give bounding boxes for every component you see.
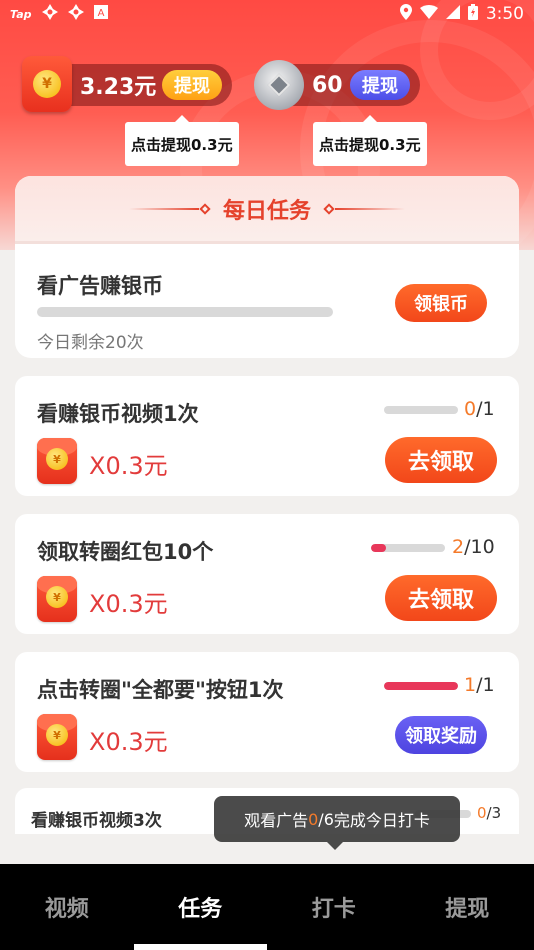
task-progress-text: 1/1 (464, 674, 495, 696)
task-card: 看赚银币视频1次 0/1 ¥ X0.3元 去领取 (15, 376, 519, 496)
task-progress-bar (384, 682, 458, 690)
ad-task-remaining: 今日剩余20次 (37, 333, 144, 353)
task-progress-bar (371, 544, 445, 552)
deco-diamond-icon (323, 202, 335, 215)
red-envelope-icon: ¥ (37, 576, 77, 622)
nav-tab-withdraw[interactable]: 提现 (401, 864, 534, 950)
cash-wallet: ¥ 3.23元 提现 (22, 56, 232, 112)
task-progress-text: 0/1 (464, 398, 495, 420)
deco-line-right (335, 207, 405, 210)
silver-withdraw-tip: 点击提现0.3元 (313, 115, 427, 166)
task-card: 领取转圈红包10个 2/10 ¥ X0.3元 去领取 (15, 514, 519, 634)
claim-silver-button[interactable]: 领银币 (395, 284, 487, 322)
a-box-icon: A (93, 5, 108, 23)
task-reward: X0.3元 (89, 452, 168, 480)
deco-diamond-icon (199, 202, 211, 215)
silver-coin-icon (254, 60, 304, 110)
pinwheel-icon (67, 4, 84, 24)
wifi-icon (419, 4, 438, 24)
ad-task-progress (37, 307, 333, 317)
pinwheel-icon (41, 4, 58, 24)
red-envelope-icon: ¥ (37, 438, 77, 484)
task-progress-bar (384, 406, 458, 414)
daily-task-card: 每日任务 看广告赚银币 今日剩余20次 领银币 (15, 176, 519, 358)
task-progress-text: 2/10 (452, 536, 495, 558)
daily-task-header: 每日任务 (15, 176, 519, 244)
deco-line-left (128, 207, 199, 210)
battery-icon (467, 3, 478, 25)
status-bar: Tap A 3:50 (0, 0, 534, 28)
silver-wallet: 60 提现 (254, 60, 420, 110)
signal-icon (445, 4, 460, 24)
cash-amount: 3.23元 (80, 75, 157, 100)
nav-tab-video[interactable]: 视频 (0, 864, 134, 950)
silver-withdraw-button[interactable]: 提现 (350, 70, 410, 100)
status-time: 3:50 (485, 4, 524, 24)
nav-tab-tasks[interactable]: 任务 (133, 864, 268, 950)
ad-task-title: 看广告赚银币 (37, 274, 163, 298)
silver-amount: 60 (312, 72, 343, 98)
red-envelope-icon: ¥ (37, 714, 77, 760)
location-icon (399, 3, 412, 25)
task-title: 看赚银币视频3次 (31, 811, 162, 831)
bottom-nav: 视频 任务 打卡 提现 (0, 864, 534, 950)
task-reward: X0.3元 (89, 728, 168, 756)
task-go-claim-button[interactable]: 去领取 (385, 575, 497, 621)
daily-task-title: 每日任务 (222, 198, 311, 224)
cash-withdraw-button[interactable]: 提现 (162, 70, 222, 100)
task-progress-fill (384, 682, 458, 690)
tap-icon: Tap (10, 7, 32, 21)
nav-tab-checkin[interactable]: 打卡 (267, 864, 401, 950)
task-progress-text: 0/3 (477, 804, 502, 822)
task-reward: X0.3元 (89, 590, 168, 618)
cash-withdraw-tip: 点击提现0.3元 (125, 115, 239, 166)
task-progress-fill (371, 544, 386, 552)
task-title: 点击转圈"全都要"按钮1次 (37, 678, 284, 702)
svg-text:A: A (97, 8, 104, 19)
task-card: 点击转圈"全都要"按钮1次 1/1 ¥ X0.3元 领取奖励 (15, 652, 519, 772)
task-title: 看赚银币视频1次 (37, 402, 199, 426)
red-envelope-icon: ¥ (22, 56, 72, 112)
task-title: 领取转圈红包10个 (37, 540, 214, 564)
checkin-toast: 观看广告 0/6 完成今日打卡 (214, 796, 460, 850)
claim-reward-button[interactable]: 领取奖励 (395, 716, 487, 754)
task-go-claim-button[interactable]: 去领取 (385, 437, 497, 483)
